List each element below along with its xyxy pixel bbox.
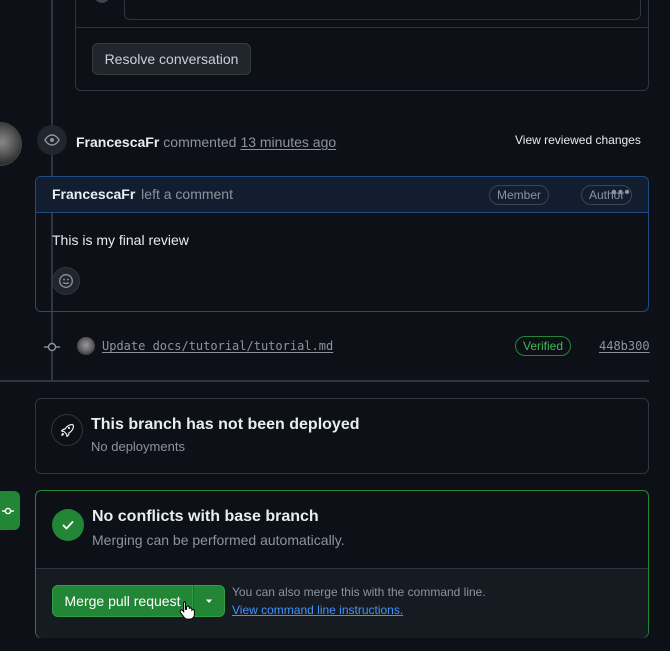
review-action: commented bbox=[163, 134, 237, 150]
review-author[interactable]: FrancescaFr bbox=[76, 134, 159, 150]
rocket-icon bbox=[51, 414, 83, 446]
view-reviewed-changes-link[interactable]: View reviewed changes bbox=[515, 133, 641, 147]
commit-sha-link[interactable]: 448b300 bbox=[599, 339, 650, 353]
comment-body: This is my final review bbox=[52, 232, 189, 248]
merge-dropdown-button[interactable] bbox=[193, 585, 225, 617]
command-line-instructions-link[interactable]: View command line instructions. bbox=[232, 603, 403, 617]
comment-author[interactable]: FrancescaFr bbox=[52, 186, 135, 202]
merge-subtitle: Merging can be performed automatically. bbox=[92, 532, 345, 548]
merge-status-icon bbox=[0, 491, 20, 530]
member-badge: Member bbox=[489, 185, 550, 205]
check-circle-icon bbox=[52, 509, 84, 541]
comment-box: FrancescaFr left a comment Member Author… bbox=[35, 176, 649, 312]
merge-hint: You can also merge this with the command… bbox=[232, 585, 486, 599]
reviewer-avatar bbox=[0, 122, 22, 166]
add-reaction-icon[interactable] bbox=[52, 267, 80, 295]
review-timestamp[interactable]: 13 minutes ago bbox=[240, 134, 336, 150]
triangle-down-icon bbox=[206, 599, 212, 603]
verified-badge[interactable]: Verified bbox=[515, 336, 572, 356]
deployment-box: This branch has not been deployed No dep… bbox=[35, 398, 649, 474]
merge-title: No conflicts with base branch bbox=[92, 508, 319, 525]
eye-icon bbox=[37, 125, 67, 155]
merge-pull-request-button[interactable]: Merge pull request bbox=[52, 585, 193, 617]
comment-action: left a comment bbox=[141, 186, 233, 202]
reply-input[interactable] bbox=[124, 0, 641, 20]
review-thread-box: Resolve conversation bbox=[75, 0, 649, 91]
merge-box: No conflicts with base branch Merging ca… bbox=[35, 490, 649, 638]
commit-avatar bbox=[77, 337, 95, 355]
resolve-conversation-button[interactable]: Resolve conversation bbox=[92, 43, 251, 75]
commit-icon bbox=[44, 339, 60, 355]
commit-message-link[interactable]: Update docs/tutorial/tutorial.md bbox=[102, 339, 333, 353]
deployment-title: This branch has not been deployed bbox=[91, 416, 360, 433]
deployment-subtitle: No deployments bbox=[91, 439, 185, 454]
more-options-icon[interactable]: ••• bbox=[609, 185, 633, 205]
timeline-divider bbox=[0, 380, 649, 382]
review-header: FrancescaFr commented 13 minutes ago bbox=[76, 132, 336, 152]
hand-cursor-icon bbox=[179, 600, 197, 620]
comment-header-text: FrancescaFr left a comment bbox=[52, 186, 233, 202]
